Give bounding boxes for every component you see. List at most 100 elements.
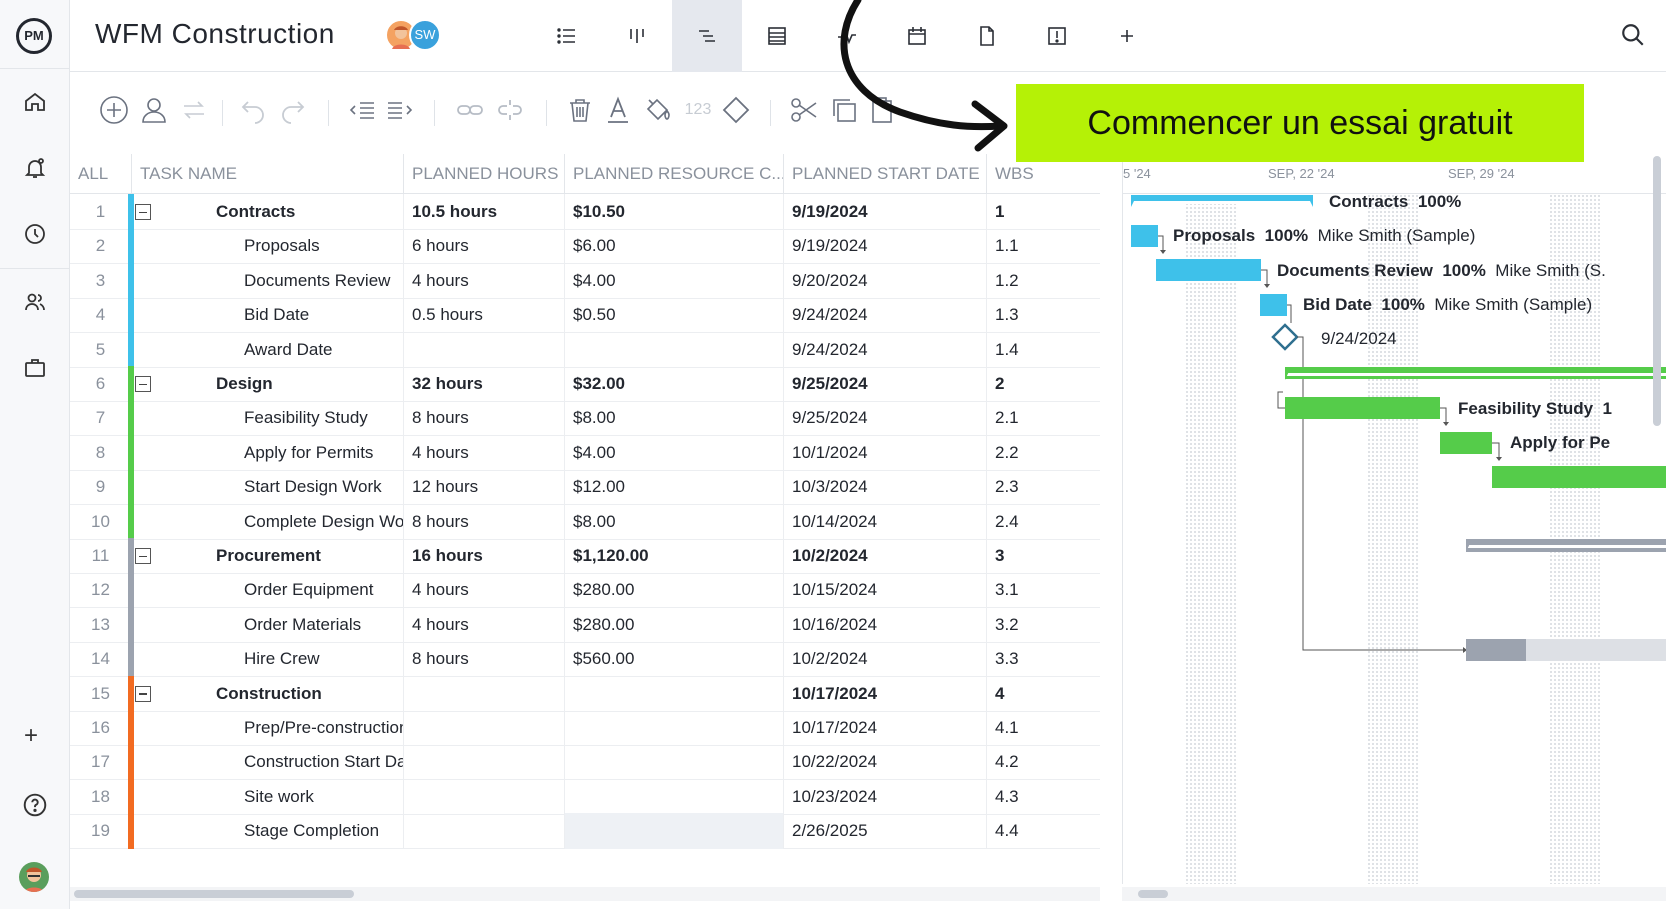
scroll-thumb[interactable] [74,890,354,898]
planned-start-cell[interactable]: 9/25/2024 [784,400,987,437]
col-planned-start-date[interactable]: PLANNED START DATE [784,154,987,194]
table-row[interactable]: 14 Hire Crew 8 hours $560.00 10/2/2024 3.3 [70,641,1100,678]
add-task-button[interactable] [98,94,130,126]
planned-start-cell[interactable]: 10/1/2024 [784,434,987,471]
calendar-view-tab[interactable] [882,0,952,72]
member-avatar-sw[interactable]: SW [409,19,441,51]
planned-cost-cell[interactable] [565,744,784,781]
list-view-tab[interactable] [532,0,602,72]
paste-button[interactable] [866,94,898,126]
table-row[interactable]: 2 Proposals 6 hours $6.00 9/19/2024 1.1 [70,228,1100,265]
planned-start-cell[interactable]: 2/26/2025 [784,813,987,850]
wbs-cell[interactable]: 4.2 [987,744,1100,780]
table-row[interactable]: 16 Prep/Pre-construction 10/17/2024 4.1 [70,710,1100,746]
copy-button[interactable] [828,94,860,126]
task-name-cell[interactable]: Documents Review [132,262,404,299]
planned-hours-cell[interactable]: 6 hours [404,228,565,265]
table-horizontal-scrollbar[interactable] [70,887,1100,901]
planned-cost-cell[interactable]: $32.00 [565,366,784,402]
planned-cost-cell[interactable]: $8.00 [565,400,784,437]
task-name-cell[interactable]: Procurement [132,538,404,574]
planned-start-cell[interactable]: 10/2/2024 [784,538,987,574]
clock-icon[interactable] [23,222,47,246]
planned-start-cell[interactable]: 10/17/2024 [784,675,987,712]
planned-start-cell[interactable]: 9/25/2024 [784,366,987,402]
number-format-button[interactable]: 123 [680,94,716,126]
planned-start-cell[interactable]: 10/15/2024 [784,572,987,609]
risk-view-tab[interactable] [1022,0,1092,72]
wbs-cell[interactable]: 3.2 [987,607,1100,643]
planned-cost-cell[interactable] [565,331,784,368]
planned-hours-cell[interactable] [404,331,565,368]
wbs-cell[interactable]: 4.1 [987,710,1100,746]
table-row[interactable]: 12 Order Equipment 4 hours $280.00 10/15/202… [70,572,1100,609]
table-row[interactable]: 19 Stage Completion 2/26/2025 4.4 [70,813,1100,850]
planned-hours-cell[interactable]: 0.5 hours [404,297,565,334]
undo-button[interactable] [238,94,270,126]
task-name-cell[interactable]: Apply for Permits [132,434,404,471]
help-icon[interactable] [22,792,48,818]
planned-hours-cell[interactable] [404,778,565,815]
wbs-cell[interactable]: 1.1 [987,228,1100,264]
planned-start-cell[interactable]: 10/3/2024 [784,469,987,506]
planned-cost-cell[interactable] [565,710,784,746]
wbs-cell[interactable]: 1.4 [987,332,1100,368]
planned-cost-cell[interactable] [565,813,784,850]
planned-start-cell[interactable]: 10/14/2024 [784,503,987,540]
wbs-cell[interactable]: 2.3 [987,469,1100,505]
planned-cost-cell[interactable]: $280.00 [565,606,784,643]
planned-cost-cell[interactable]: $560.00 [565,641,784,678]
wbs-cell[interactable]: 4 [987,676,1100,712]
planned-cost-cell[interactable] [565,778,784,815]
table-row-group[interactable]: 11 Procurement 16 hours $1,120.00 10/2/2024 3 [70,538,1100,574]
gantt-bar-feasibility-study[interactable] [1285,397,1440,419]
wbs-cell[interactable]: 2.2 [987,435,1100,471]
collapse-icon[interactable] [135,548,151,564]
board-view-tab[interactable] [602,0,672,72]
notifications-icon[interactable] [23,156,47,180]
planned-hours-cell[interactable]: 8 hours [404,641,565,678]
search-icon[interactable] [1620,22,1646,48]
task-name-cell[interactable]: Start Design Work [132,469,404,506]
gantt-view-tab[interactable] [672,0,742,72]
planned-cost-cell[interactable]: $12.00 [565,469,784,506]
wbs-cell[interactable]: 4.4 [987,813,1100,849]
planned-cost-cell[interactable]: $1,120.00 [565,538,784,574]
table-row[interactable]: 5 Award Date 9/24/2024 1.4 [70,331,1100,368]
table-row-group[interactable]: 6 Design 32 hours $32.00 9/25/2024 2 [70,366,1100,402]
scroll-thumb[interactable] [1653,156,1661,426]
milestone-button[interactable] [720,94,752,126]
planned-hours-cell[interactable] [404,813,565,850]
planned-start-cell[interactable]: 10/2/2024 [784,641,987,678]
task-name-cell[interactable]: Hire Crew [132,641,404,678]
planned-cost-cell[interactable]: $0.50 [565,297,784,334]
planned-cost-cell[interactable] [565,675,784,712]
gantt-bar-start-design-work[interactable] [1492,466,1666,488]
task-name-cell[interactable]: Proposals [132,228,404,265]
planned-start-cell[interactable]: 10/16/2024 [784,606,987,643]
outdent-button[interactable] [346,94,378,126]
col-planned-resource-cost[interactable]: PLANNED RESOURCE C... [565,154,784,194]
gantt-vertical-scrollbar[interactable] [1651,154,1663,854]
gantt-bar-hire-crew-remaining[interactable] [1526,639,1666,661]
planned-hours-cell[interactable] [404,675,565,712]
table-row[interactable]: 3 Documents Review 4 hours $4.00 9/20/2024 1.… [70,262,1100,299]
wbs-cell[interactable]: 3 [987,538,1100,574]
planned-start-cell[interactable]: 9/24/2024 [784,331,987,368]
task-name-cell[interactable]: Prep/Pre-construction [132,710,404,746]
planned-hours-cell[interactable] [404,744,565,781]
wbs-cell[interactable]: 3.3 [987,641,1100,677]
planned-hours-cell[interactable]: 16 hours [404,538,565,574]
task-name-cell[interactable]: Complete Design Work [132,503,404,540]
sheet-view-tab[interactable] [742,0,812,72]
planned-hours-cell[interactable]: 4 hours [404,434,565,471]
col-all[interactable]: ALL [70,154,132,194]
table-row[interactable]: 10 Complete Design Work 8 hours $8.00 10/14/… [70,503,1100,540]
wbs-cell[interactable]: 2.1 [987,400,1100,436]
gantt-bar-documents-review[interactable] [1156,259,1261,281]
table-row[interactable]: 8 Apply for Permits 4 hours $4.00 10/1/2024 2… [70,434,1100,471]
cut-button[interactable] [788,94,820,126]
briefcase-icon[interactable] [23,356,47,380]
planned-hours-cell[interactable]: 4 hours [404,262,565,299]
task-name-cell[interactable]: Bid Date [132,297,404,334]
